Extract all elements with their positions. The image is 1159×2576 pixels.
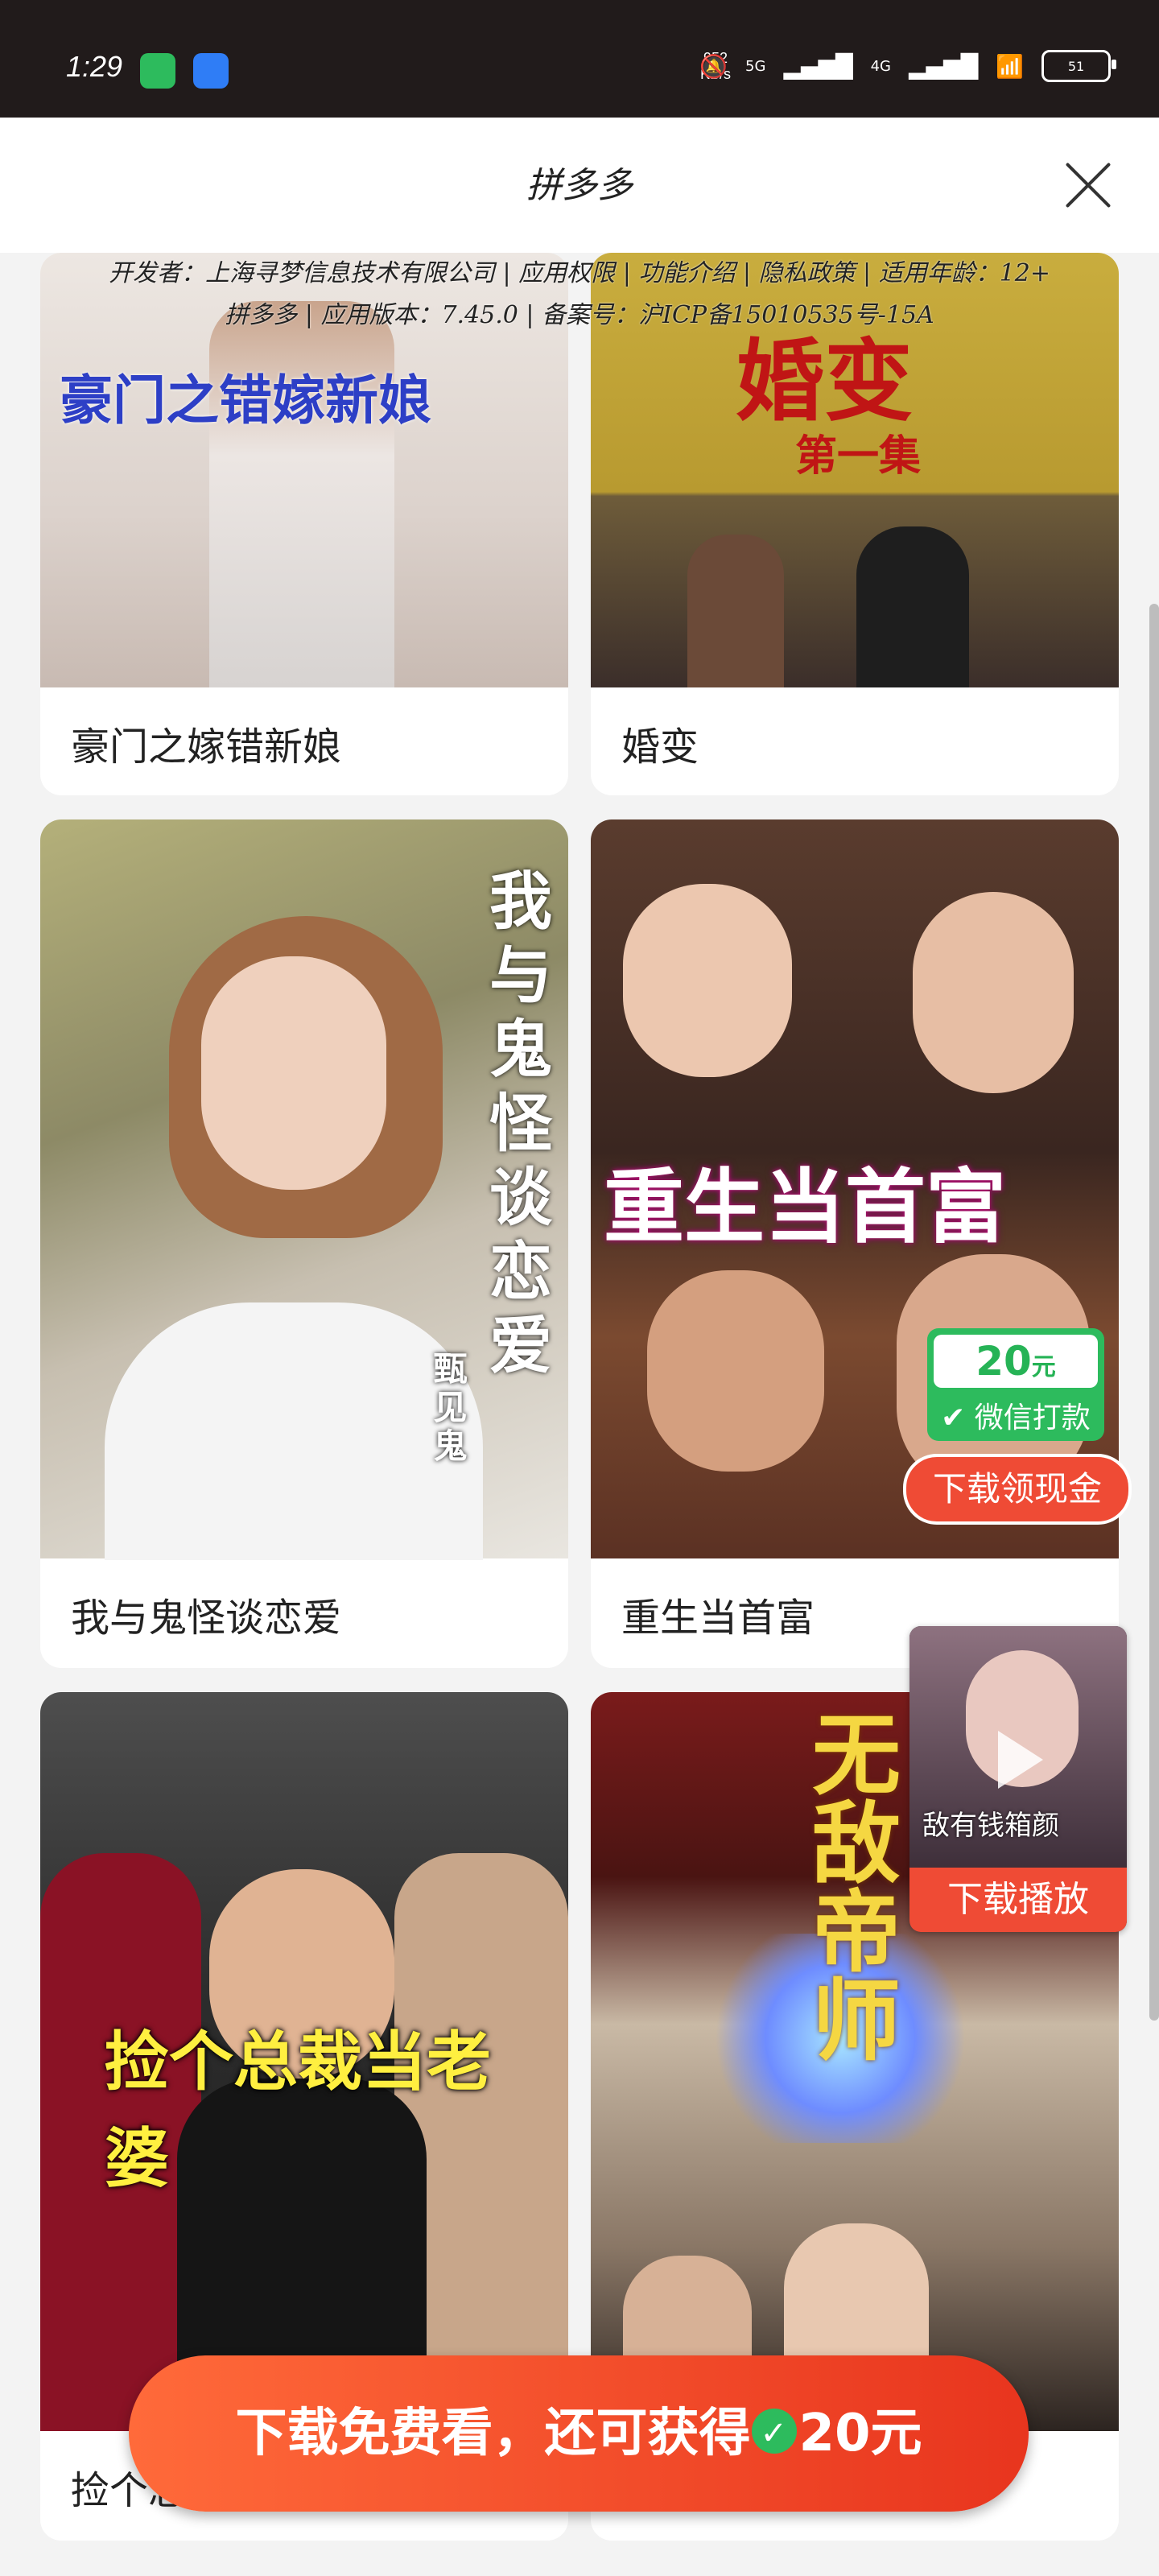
- signal-bars-icon: ▂▄▆█: [783, 52, 853, 80]
- download-play-button[interactable]: 下载播放: [909, 1868, 1127, 1932]
- close-icon[interactable]: [1062, 159, 1114, 211]
- poster-title: 捡个总裁当老婆: [105, 2025, 491, 2196]
- signal-5g-icon: 5G: [745, 57, 766, 75]
- app-notification-icon: [193, 53, 229, 89]
- wechat-icon: [752, 2355, 798, 2512]
- payout-label: 微信打款: [974, 1402, 1091, 1435]
- video-caption: 敌有钱箱颜: [922, 1810, 1059, 1842]
- poster-title: 重生当首富: [604, 1160, 1006, 1254]
- drama-poster: 重生当首富: [591, 819, 1119, 1558]
- download-cash-button[interactable]: 下载领现金: [903, 1454, 1132, 1525]
- poster-subtitle: 甄见鬼: [428, 1351, 468, 1467]
- poster-subtitle: 第一集: [795, 432, 922, 481]
- title-bar: 拼多多: [0, 118, 1159, 253]
- app-info: 开发者：上海寻梦信息技术有限公司 | 应用权限 | 功能介绍 | 隐私政策 | …: [0, 253, 1159, 336]
- scrollbar[interactable]: [1149, 604, 1159, 2021]
- page-title: 拼多多: [526, 165, 633, 206]
- app-info-line-1[interactable]: 开发者：上海寻梦信息技术有限公司 | 应用权限 | 功能介绍 | 隐私政策 | …: [0, 253, 1159, 295]
- app-info-line-2[interactable]: 拼多多 | 应用版本：7.45.0 | 备案号：沪ICP备15010535号-1…: [0, 295, 1159, 336]
- drama-title: 豪门之嫁错新娘: [71, 724, 342, 770]
- drama-title: 我与鬼怪谈恋爱: [71, 1596, 342, 1641]
- drama-title: 婚变: [621, 724, 699, 770]
- payout-amount: 20: [975, 1338, 1032, 1385]
- status-bar: 1:29 952 KB/s 🔕 5G ▂▄▆█ 4G ▂▄▆█ 📶 51: [0, 0, 1159, 118]
- poster-title: 我与鬼怪谈恋爱: [479, 868, 551, 1386]
- cta-text: 下载免费看，还可获得: [235, 2404, 751, 2463]
- cta-amount: 20元: [798, 2404, 922, 2463]
- poster-title: 豪门之错嫁新娘: [60, 369, 431, 431]
- drama-card[interactable]: 重生当首富 重生当首富: [591, 819, 1119, 1668]
- wechat-payout-badge[interactable]: 20元 ✔ 微信打款: [927, 1328, 1104, 1441]
- drama-title: 重生当首富: [621, 1596, 815, 1641]
- payout-unit: 元: [1031, 1353, 1056, 1381]
- wechat-notification-icon: [140, 53, 175, 89]
- floating-video-player[interactable]: 敌有钱箱颜 下载播放: [909, 1626, 1127, 1932]
- download-free-watch-button[interactable]: 下载免费看，还可获得 20元: [129, 2355, 1029, 2512]
- signal-bars-icon: ▂▄▆█: [908, 52, 979, 80]
- wifi-icon: 📶: [996, 52, 1024, 80]
- drama-card[interactable]: 我与鬼怪谈恋爱 甄见鬼 我与鬼怪谈恋爱: [40, 819, 568, 1668]
- play-icon[interactable]: [998, 1731, 1043, 1789]
- wechat-icon: ✔: [941, 1402, 966, 1435]
- signal-4g-icon: 4G: [870, 57, 891, 75]
- status-time: 1:29: [66, 50, 123, 83]
- drama-poster: 捡个总裁当老婆: [40, 1692, 568, 2431]
- drama-poster: 我与鬼怪谈恋爱 甄见鬼: [40, 819, 568, 1560]
- mute-icon: 🔕: [699, 52, 728, 80]
- poster-title: 无敌帝师: [797, 1708, 900, 2062]
- battery-icon: 51: [1041, 50, 1116, 82]
